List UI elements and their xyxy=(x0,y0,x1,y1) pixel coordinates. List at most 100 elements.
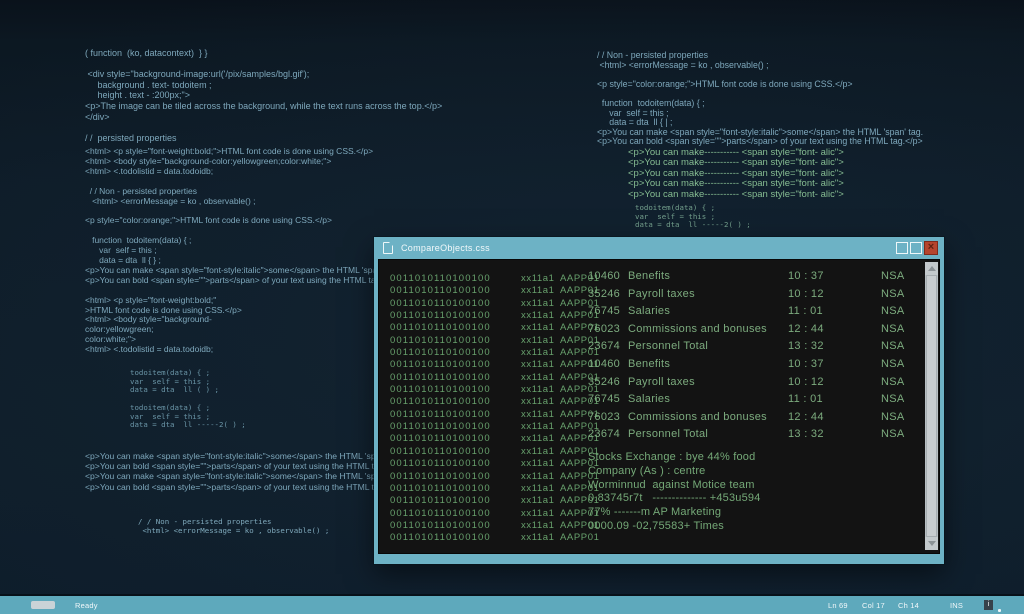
amount: 76745 xyxy=(588,305,620,317)
background-code-green-lines: <p>You can make----------- <span style="… xyxy=(628,148,844,200)
binary-row: 0011010110100100xx11a1AAPP01 xyxy=(390,322,600,334)
background-code-block-bottom-left: <p>You can make <span style="font-style:… xyxy=(85,451,404,492)
category-label: Salaries xyxy=(628,393,670,405)
background-code-block-top-left-2: <html> <p style="font-weight:bold;">HTML… xyxy=(85,147,400,355)
binary-row: 0011010110100100xx11a1AAPP01 xyxy=(390,495,600,507)
amount: 10460 xyxy=(588,358,620,370)
financial-row: 76745 Salaries 11 : 01 NSA xyxy=(588,393,920,411)
time: 13 : 32 xyxy=(788,428,824,440)
desktop: ( function (ko, datacontext) } } <div st… xyxy=(0,0,1024,614)
window-controls: × xyxy=(896,241,938,255)
financial-row: 23674 Personnel Total 13 : 32 NSA xyxy=(588,340,920,358)
category-label: Salaries xyxy=(628,305,670,317)
binary-row: 0011010110100100xx11a1AAPP01 xyxy=(390,520,600,532)
binary-row: 0011010110100100xx11a1AAPP01 xyxy=(390,471,600,483)
binary-row: 0011010110100100xx11a1AAPP01 xyxy=(390,532,600,544)
binary-row: 0011010110100100xx11a1AAPP01 xyxy=(390,433,600,445)
category-label: Commissions and bonuses xyxy=(628,323,767,335)
binary-row: 0011010110100100xx11a1AAPP01 xyxy=(390,359,600,371)
scroll-up-arrow-icon[interactable] xyxy=(925,262,938,275)
binary-row: 0011010110100100xx11a1AAPP01 xyxy=(390,508,600,520)
window-compareobjects: CompareObjects.css × 0011010110100100xx1… xyxy=(374,237,944,564)
binary-row: 0011010110100100xx11a1AAPP01 xyxy=(390,446,600,458)
status-line-indicator: Ln 69 xyxy=(828,601,848,610)
background-code-mono-bottom-left: / / Non - persisted properties <html> <e… xyxy=(138,518,329,535)
flag: NSA xyxy=(881,288,905,300)
amount: 76023 xyxy=(588,411,620,423)
financial-row: 35246 Payroll taxes 10 : 12 NSA xyxy=(588,288,920,306)
amount: 23674 xyxy=(588,340,620,352)
category-label: Payroll taxes xyxy=(628,376,695,388)
binary-row: 0011010110100100xx11a1AAPP01 xyxy=(390,273,600,285)
flag: NSA xyxy=(881,340,905,352)
time: 13 : 32 xyxy=(788,340,824,352)
status-bar: Ready Ln 69 Col 17 Ch 14 INS i xyxy=(0,596,1024,614)
status-column-indicator: Col 17 xyxy=(862,601,885,610)
binary-row: 0011010110100100xx11a1AAPP01 xyxy=(390,384,600,396)
flag: NSA xyxy=(881,270,905,282)
binary-row: 0011010110100100xx11a1AAPP01 xyxy=(390,310,600,322)
status-character-indicator: Ch 14 xyxy=(898,601,919,610)
flag: NSA xyxy=(881,358,905,370)
flag: NSA xyxy=(881,411,905,423)
close-button[interactable]: × xyxy=(924,241,938,255)
scroll-down-arrow-icon[interactable] xyxy=(925,537,938,550)
financial-row: 35246 Payroll taxes 10 : 12 NSA xyxy=(588,376,920,394)
background-code-block-top-left-1: ( function (ko, datacontext) } } <div st… xyxy=(85,48,442,143)
binary-row: 0011010110100100xx11a1AAPP01 xyxy=(390,409,600,421)
financial-row: 76745 Salaries 11 : 01 NSA xyxy=(588,305,920,323)
financial-row: 10460 Benefits 10 : 37 NSA xyxy=(588,358,920,376)
amount: 23674 xyxy=(588,428,620,440)
binary-row: 0011010110100100xx11a1AAPP01 xyxy=(390,396,600,408)
binary-row: 0011010110100100xx11a1AAPP01 xyxy=(390,483,600,495)
time: 10 : 12 xyxy=(788,288,824,300)
category-label: Commissions and bonuses xyxy=(628,411,767,423)
binary-row: 0011010110100100xx11a1AAPP01 xyxy=(390,347,600,359)
time: 10 : 37 xyxy=(788,270,824,282)
terminal-content: 0011010110100100xx11a1AAPP01001101011010… xyxy=(378,259,940,554)
binary-row: 0011010110100100xx11a1AAPP01 xyxy=(390,372,600,384)
time: 10 : 12 xyxy=(788,376,824,388)
flag: NSA xyxy=(881,376,905,388)
flag: NSA xyxy=(881,323,905,335)
category-label: Personnel Total xyxy=(628,340,708,352)
stocks-text-block: Stocks Exchange : bye 44% food Company (… xyxy=(588,451,761,534)
background-code-block-top-right: / / Non - persisted properties <html> <e… xyxy=(597,51,923,147)
binary-row: 0011010110100100xx11a1AAPP01 xyxy=(390,421,600,433)
status-insert-mode-indicator: INS xyxy=(950,601,963,610)
minimize-button[interactable] xyxy=(896,242,908,254)
status-badge xyxy=(31,601,55,609)
window-title: CompareObjects.css xyxy=(401,243,490,253)
maximize-button[interactable] xyxy=(910,242,922,254)
amount: 10460 xyxy=(588,270,620,282)
amount: 76745 xyxy=(588,393,620,405)
financial-block-1: 10460 Benefits 10 : 37 NSA 35246 Payroll… xyxy=(588,270,920,358)
flag: NSA xyxy=(881,305,905,317)
binary-column: 0011010110100100xx11a1AAPP01001101011010… xyxy=(390,273,600,545)
flag: NSA xyxy=(881,428,905,440)
time: 11 : 01 xyxy=(788,393,823,405)
scrollbar-thumb[interactable] xyxy=(926,275,937,537)
background-code-mono-left: todoitem(data) { ; var self = this ; dat… xyxy=(130,369,246,430)
time: 11 : 01 xyxy=(788,305,823,317)
flag: NSA xyxy=(881,393,905,405)
financial-row: 76023 Commissions and bonuses 12 : 44 NS… xyxy=(588,411,920,429)
binary-row: 0011010110100100xx11a1AAPP01 xyxy=(390,458,600,470)
amount: 35246 xyxy=(588,288,620,300)
window-titlebar[interactable]: CompareObjects.css × xyxy=(374,237,944,259)
category-label: Benefits xyxy=(628,270,670,282)
category-label: Payroll taxes xyxy=(628,288,695,300)
binary-row: 0011010110100100xx11a1AAPP01 xyxy=(390,285,600,297)
financial-row: 76023 Commissions and bonuses 12 : 44 NS… xyxy=(588,323,920,341)
document-icon xyxy=(383,242,393,254)
time: 12 : 44 xyxy=(788,411,824,423)
time: 10 : 37 xyxy=(788,358,824,370)
amount: 76023 xyxy=(588,323,620,335)
category-label: Personnel Total xyxy=(628,428,708,440)
financial-block-2: 10460 Benefits 10 : 37 NSA 35246 Payroll… xyxy=(588,358,920,446)
financial-row: 10460 Benefits 10 : 37 NSA xyxy=(588,270,920,288)
category-label: Benefits xyxy=(628,358,670,370)
time: 12 : 44 xyxy=(788,323,824,335)
financial-row: 23674 Personnel Total 13 : 32 NSA xyxy=(588,428,920,446)
vertical-scrollbar[interactable] xyxy=(925,262,938,550)
